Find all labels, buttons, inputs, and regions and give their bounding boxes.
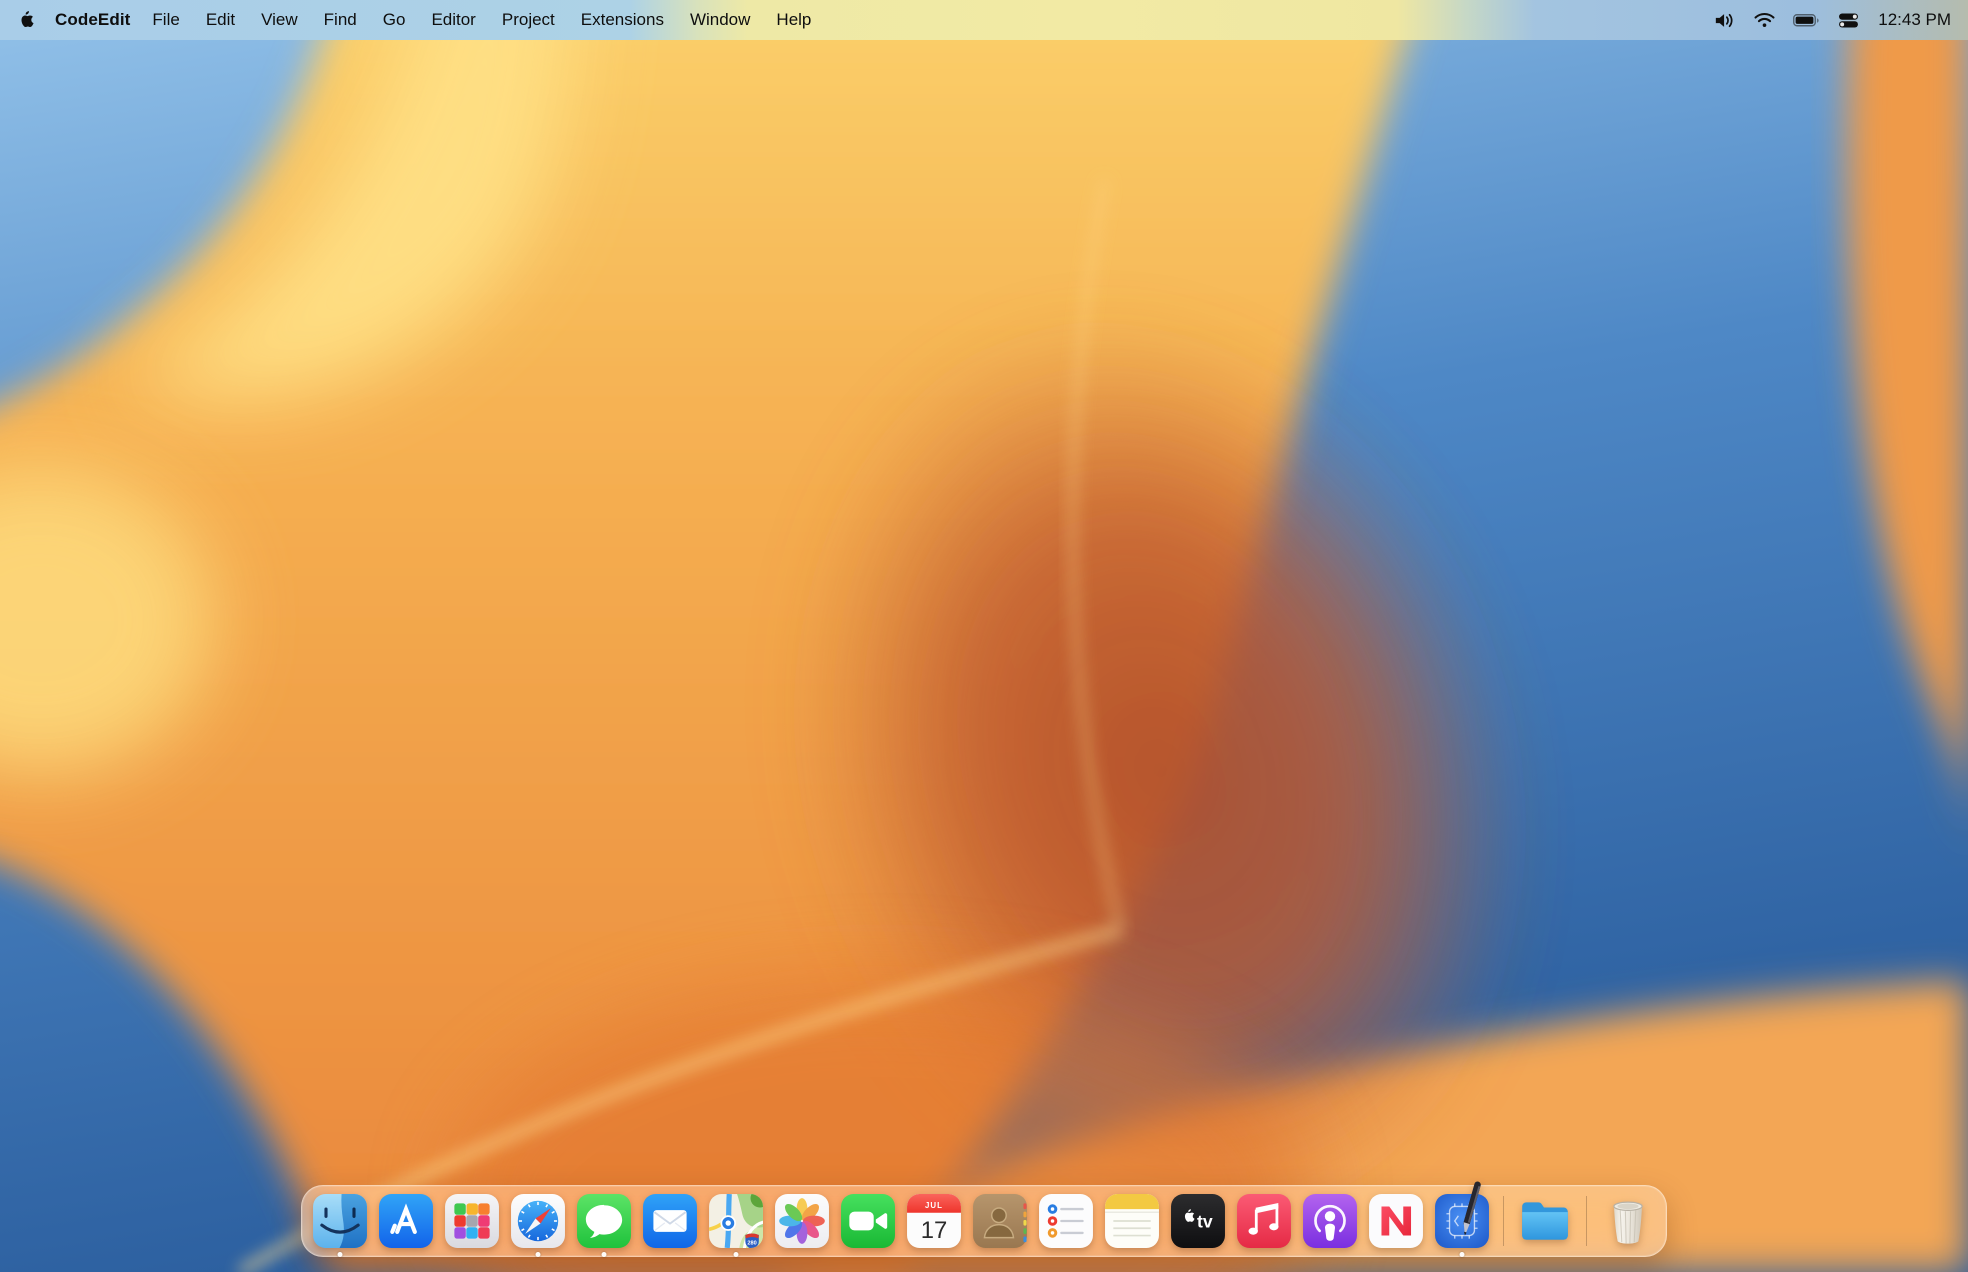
dock-item-maps[interactable]: 280 — [708, 1193, 764, 1249]
dock-item-tv[interactable]: tv — [1170, 1193, 1226, 1249]
codeedit-icon — [1434, 1193, 1490, 1249]
menu-go[interactable]: Go — [370, 10, 419, 30]
dock-item-facetime[interactable] — [840, 1193, 896, 1249]
messages-icon — [576, 1193, 632, 1249]
folder-icon — [1517, 1193, 1573, 1249]
app-store-icon — [378, 1193, 434, 1249]
dock-item-photos[interactable] — [774, 1193, 830, 1249]
news-icon — [1368, 1193, 1424, 1249]
dock-item-folder[interactable] — [1517, 1193, 1573, 1249]
volume-icon[interactable] — [1714, 12, 1736, 29]
dock-divider — [1586, 1196, 1587, 1246]
svg-text:JUL: JUL — [925, 1201, 943, 1210]
launchpad-icon — [444, 1193, 500, 1249]
active-app-name[interactable]: CodeEdit — [55, 10, 130, 30]
running-indicator — [536, 1252, 541, 1257]
dock-item-launchpad[interactable] — [444, 1193, 500, 1249]
dock-item-notes[interactable] — [1104, 1193, 1160, 1249]
music-icon — [1236, 1193, 1292, 1249]
menu-extensions[interactable]: Extensions — [568, 10, 677, 30]
menu-file[interactable]: File — [139, 10, 192, 30]
running-indicator — [602, 1252, 607, 1257]
menu-project[interactable]: Project — [489, 10, 568, 30]
menu-find[interactable]: Find — [311, 10, 370, 30]
desktop-wallpaper — [0, 0, 1968, 1272]
menu-bar: CodeEdit FileEditViewFindGoEditorProject… — [0, 0, 1968, 40]
contacts-icon — [972, 1193, 1028, 1249]
svg-text:tv: tv — [1197, 1212, 1213, 1232]
dock-divider — [1503, 1196, 1504, 1246]
clock[interactable]: 12:43 PM — [1878, 10, 1951, 30]
dock-item-finder[interactable] — [312, 1193, 368, 1249]
dock-item-messages[interactable] — [576, 1193, 632, 1249]
menu-window[interactable]: Window — [677, 10, 763, 30]
maps-icon: 280 — [708, 1193, 764, 1249]
finder-icon — [312, 1193, 368, 1249]
dock-item-codeedit[interactable] — [1434, 1193, 1490, 1249]
running-indicator — [1460, 1252, 1465, 1257]
apple-menu[interactable] — [19, 11, 34, 29]
running-indicator — [734, 1252, 739, 1257]
status-area: 12:43 PM — [1714, 10, 1968, 30]
dock-item-safari[interactable] — [510, 1193, 566, 1249]
menu-view[interactable]: View — [248, 10, 311, 30]
wifi-icon[interactable] — [1754, 12, 1775, 28]
dock-item-reminders[interactable] — [1038, 1193, 1094, 1249]
menu-help[interactable]: Help — [763, 10, 824, 30]
safari-icon — [510, 1193, 566, 1249]
dock: 280 JUL 17 tv — [301, 1185, 1667, 1257]
dock-item-trash[interactable] — [1600, 1193, 1656, 1249]
dock-item-music[interactable] — [1236, 1193, 1292, 1249]
dock-item-app-store[interactable] — [378, 1193, 434, 1249]
calendar-icon: JUL 17 — [906, 1193, 962, 1249]
photos-icon — [774, 1193, 830, 1249]
menu-edit[interactable]: Edit — [193, 10, 248, 30]
battery-icon[interactable] — [1793, 14, 1820, 27]
dock-item-podcasts[interactable] — [1302, 1193, 1358, 1249]
running-indicator — [338, 1252, 343, 1257]
menu-editor[interactable]: Editor — [418, 10, 488, 30]
dock-item-contacts[interactable] — [972, 1193, 1028, 1249]
svg-text:17: 17 — [921, 1217, 948, 1244]
apple-icon — [19, 11, 34, 29]
control-center-icon[interactable] — [1838, 12, 1859, 29]
notes-icon — [1104, 1193, 1160, 1249]
tv-icon: tv — [1170, 1193, 1226, 1249]
facetime-icon — [840, 1193, 896, 1249]
svg-text:280: 280 — [747, 1240, 756, 1246]
dock-item-calendar[interactable]: JUL 17 — [906, 1193, 962, 1249]
trash-icon — [1600, 1193, 1656, 1249]
reminders-icon — [1038, 1193, 1094, 1249]
menu-items: FileEditViewFindGoEditorProjectExtension… — [139, 10, 824, 30]
podcasts-icon — [1302, 1193, 1358, 1249]
dock-item-mail[interactable] — [642, 1193, 698, 1249]
mail-icon — [642, 1193, 698, 1249]
dock-item-news[interactable] — [1368, 1193, 1424, 1249]
